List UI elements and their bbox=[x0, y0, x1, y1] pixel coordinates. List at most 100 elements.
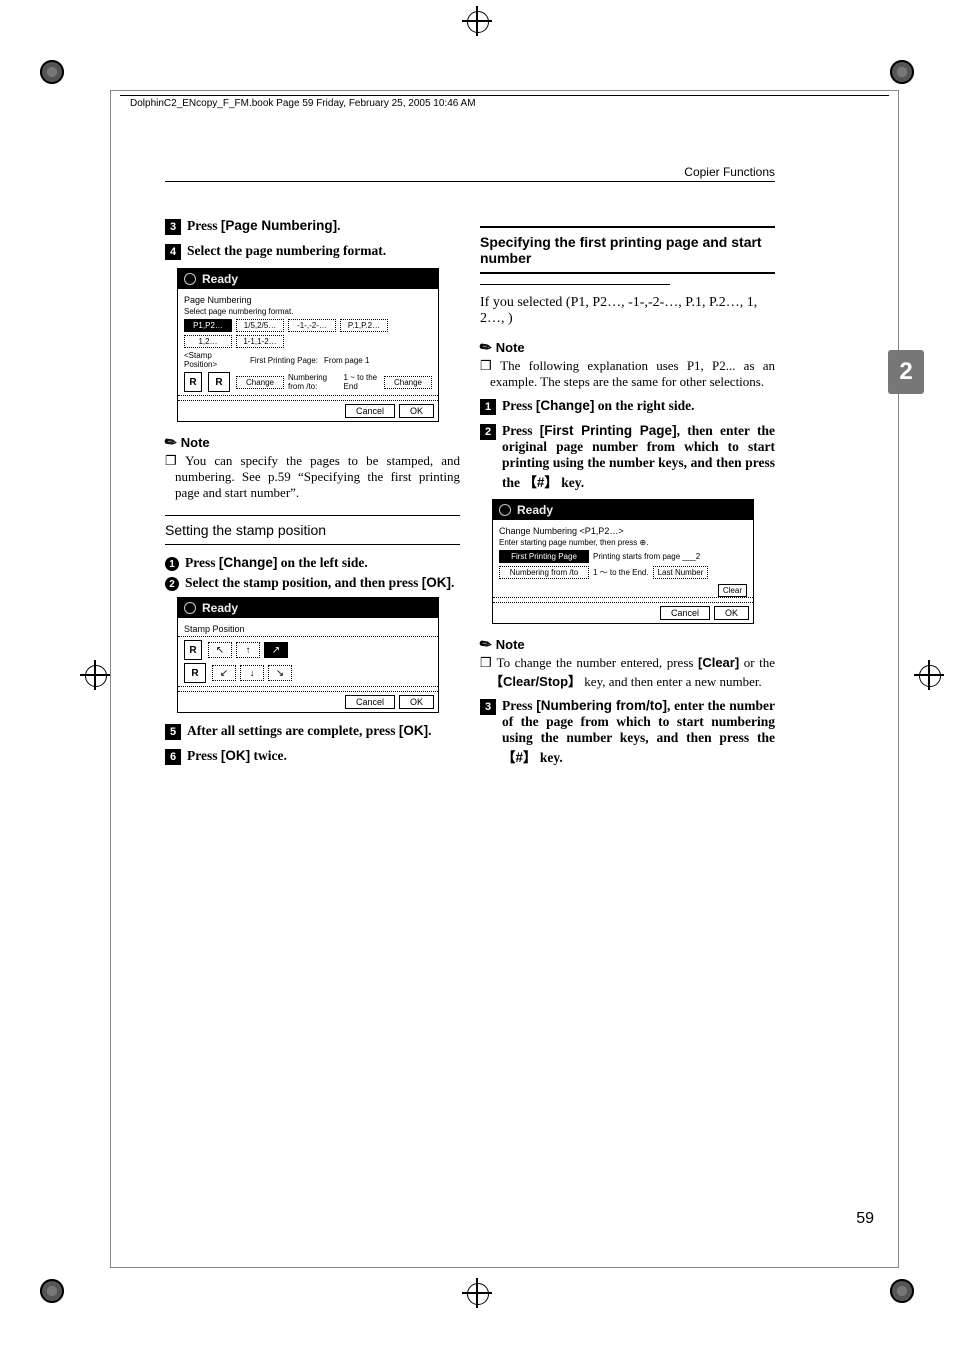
note-heading: ✎Note bbox=[480, 339, 775, 356]
arrow-bottom-left-icon[interactable]: ↙ bbox=[212, 665, 236, 681]
stamp-position-label: <Stamp Position> bbox=[184, 351, 246, 369]
step-c-pre: Press bbox=[502, 698, 536, 713]
step-6: 6 Press [OK] twice. bbox=[165, 748, 460, 765]
clear-button[interactable]: [Clear] bbox=[698, 655, 739, 670]
first-printing-page-label: First Printing Page: bbox=[250, 356, 318, 365]
orientation-icon[interactable]: R bbox=[208, 372, 230, 392]
format-option[interactable]: P1,P2… bbox=[184, 319, 232, 332]
step-6-post: twice. bbox=[250, 748, 287, 763]
step-number-icon: 3 bbox=[480, 699, 496, 715]
crop-mark bbox=[914, 660, 944, 690]
substep-number-icon: 1 bbox=[165, 557, 179, 571]
first-printing-page-button[interactable]: [First Printing Page] bbox=[540, 423, 677, 438]
step-number-icon: 3 bbox=[165, 219, 181, 235]
substep-1-pre: Press bbox=[185, 555, 219, 570]
note2-post: key, and then enter a new number. bbox=[581, 674, 762, 689]
divider bbox=[480, 284, 670, 285]
note-heading: ✎Note bbox=[480, 636, 775, 653]
ok-button[interactable]: [OK] bbox=[399, 723, 428, 738]
format-option[interactable]: P.1,P.2… bbox=[340, 319, 388, 332]
crop-mark bbox=[462, 1278, 492, 1308]
intro-paragraph: If you selected (P1, P2…, -1-,-2-…, P.1,… bbox=[480, 295, 775, 327]
ok-button[interactable]: OK bbox=[399, 404, 434, 418]
orientation-icon[interactable]: R bbox=[184, 663, 206, 683]
lcd-title: Change Numbering <P1,P2…> bbox=[499, 526, 747, 536]
orientation-icon[interactable]: R bbox=[184, 372, 202, 392]
pencil-icon: ✎ bbox=[476, 337, 495, 358]
lcd-subtitle: Select page numbering format. bbox=[184, 307, 432, 316]
format-option[interactable]: -1-,-2-… bbox=[288, 319, 336, 332]
step-a-pre: Press bbox=[502, 398, 536, 413]
lcd-title: Stamp Position bbox=[184, 624, 432, 634]
substep-2: 2 Select the stamp position, and then pr… bbox=[165, 575, 460, 591]
hash-key[interactable]: # bbox=[502, 750, 537, 765]
substep-2-post: . bbox=[451, 575, 454, 590]
change-button[interactable]: [Change] bbox=[536, 398, 595, 413]
arrow-top-left-icon[interactable]: ↖ bbox=[208, 642, 232, 658]
lcd-page-numbering: Ready Page Numbering Select page numberi… bbox=[177, 268, 439, 422]
status-led-icon bbox=[184, 273, 196, 285]
page-frame-top bbox=[120, 95, 889, 96]
running-head: Copier Functions bbox=[165, 165, 775, 182]
lcd-title: Page Numbering bbox=[184, 295, 432, 305]
note2-pre: To change the number entered, press bbox=[497, 655, 698, 670]
numbering-from-to-button[interactable]: Numbering from /to bbox=[499, 566, 589, 579]
clear-button[interactable]: Clear bbox=[718, 584, 747, 597]
substep-2-pre: Select the stamp position, and then pres… bbox=[185, 575, 422, 590]
pencil-icon: ✎ bbox=[476, 634, 495, 655]
step-6-pre: Press bbox=[187, 748, 221, 763]
note-body: The following explanation uses P1, P2...… bbox=[490, 358, 775, 390]
step-3-post: . bbox=[337, 218, 340, 233]
registration-mark bbox=[40, 1279, 64, 1303]
hash-key[interactable]: # bbox=[523, 475, 558, 490]
step-number-icon: 6 bbox=[165, 749, 181, 765]
orientation-icon[interactable]: R bbox=[184, 640, 202, 660]
numbering-from-to-caption: 1 ～ to the End. bbox=[593, 567, 649, 578]
first-printing-page-caption: Printing starts from page ___2 bbox=[593, 552, 700, 561]
note2-or: or the bbox=[739, 655, 775, 670]
numbering-from-to-button[interactable]: [Numbering from/to] bbox=[536, 698, 667, 713]
change-button[interactable]: Change bbox=[384, 376, 432, 389]
step-5: 5 After all settings are complete, press… bbox=[165, 723, 460, 740]
cancel-button[interactable]: Cancel bbox=[345, 695, 395, 709]
arrow-down-icon[interactable]: ↓ bbox=[240, 665, 264, 681]
cancel-button[interactable]: Cancel bbox=[345, 404, 395, 418]
first-printing-page-button[interactable]: First Printing Page bbox=[499, 550, 589, 563]
content: Copier Functions 3 Press [Page Numbering… bbox=[165, 165, 775, 774]
format-option[interactable]: 1,2… bbox=[184, 335, 232, 348]
crop-mark bbox=[80, 660, 110, 690]
last-number-button[interactable]: Last Number bbox=[653, 566, 709, 579]
step-b-pre: Press bbox=[502, 423, 540, 438]
change-button[interactable]: [Change] bbox=[219, 555, 278, 570]
status-led-icon bbox=[184, 602, 196, 614]
step-4-text: Select the page numbering format. bbox=[187, 243, 460, 259]
ok-button[interactable]: [OK] bbox=[422, 575, 451, 590]
crop-mark bbox=[462, 6, 492, 36]
step-b: 2 Press [First Printing Page], then ente… bbox=[480, 423, 775, 491]
ok-button[interactable]: [OK] bbox=[221, 748, 250, 763]
ok-button[interactable]: OK bbox=[399, 695, 434, 709]
step-5-pre: After all settings are complete, press bbox=[187, 723, 399, 738]
registration-mark bbox=[890, 1279, 914, 1303]
step-number-icon: 2 bbox=[480, 424, 496, 440]
subsection-heading: Specifying the first printing page and s… bbox=[480, 226, 775, 274]
step-c-post: key. bbox=[537, 750, 563, 765]
substep-1: 1 Press [Change] on the left side. bbox=[165, 555, 460, 571]
clear-stop-key[interactable]: Clear/Stop bbox=[490, 674, 581, 689]
step-4: 4 Select the page numbering format. bbox=[165, 243, 460, 260]
arrow-top-right-icon[interactable]: ↗ bbox=[264, 642, 288, 658]
step-b-post: key. bbox=[558, 475, 584, 490]
page-numbering-button[interactable]: [Page Numbering] bbox=[221, 218, 337, 233]
arrow-bottom-right-icon[interactable]: ↘ bbox=[268, 665, 292, 681]
ok-button[interactable]: OK bbox=[714, 606, 749, 620]
change-button[interactable]: Change bbox=[236, 376, 284, 389]
substep-1-post: on the left side. bbox=[277, 555, 367, 570]
step-number-icon: 4 bbox=[165, 244, 181, 260]
arrow-up-icon[interactable]: ↑ bbox=[236, 642, 260, 658]
subsection-heading: Setting the stamp position bbox=[165, 515, 460, 545]
first-printing-page-value: From page 1 bbox=[324, 356, 369, 365]
step-5-post: . bbox=[428, 723, 431, 738]
cancel-button[interactable]: Cancel bbox=[660, 606, 710, 620]
format-option[interactable]: 1-1,1-2… bbox=[236, 335, 284, 348]
format-option[interactable]: 1/5,2/5… bbox=[236, 319, 284, 332]
